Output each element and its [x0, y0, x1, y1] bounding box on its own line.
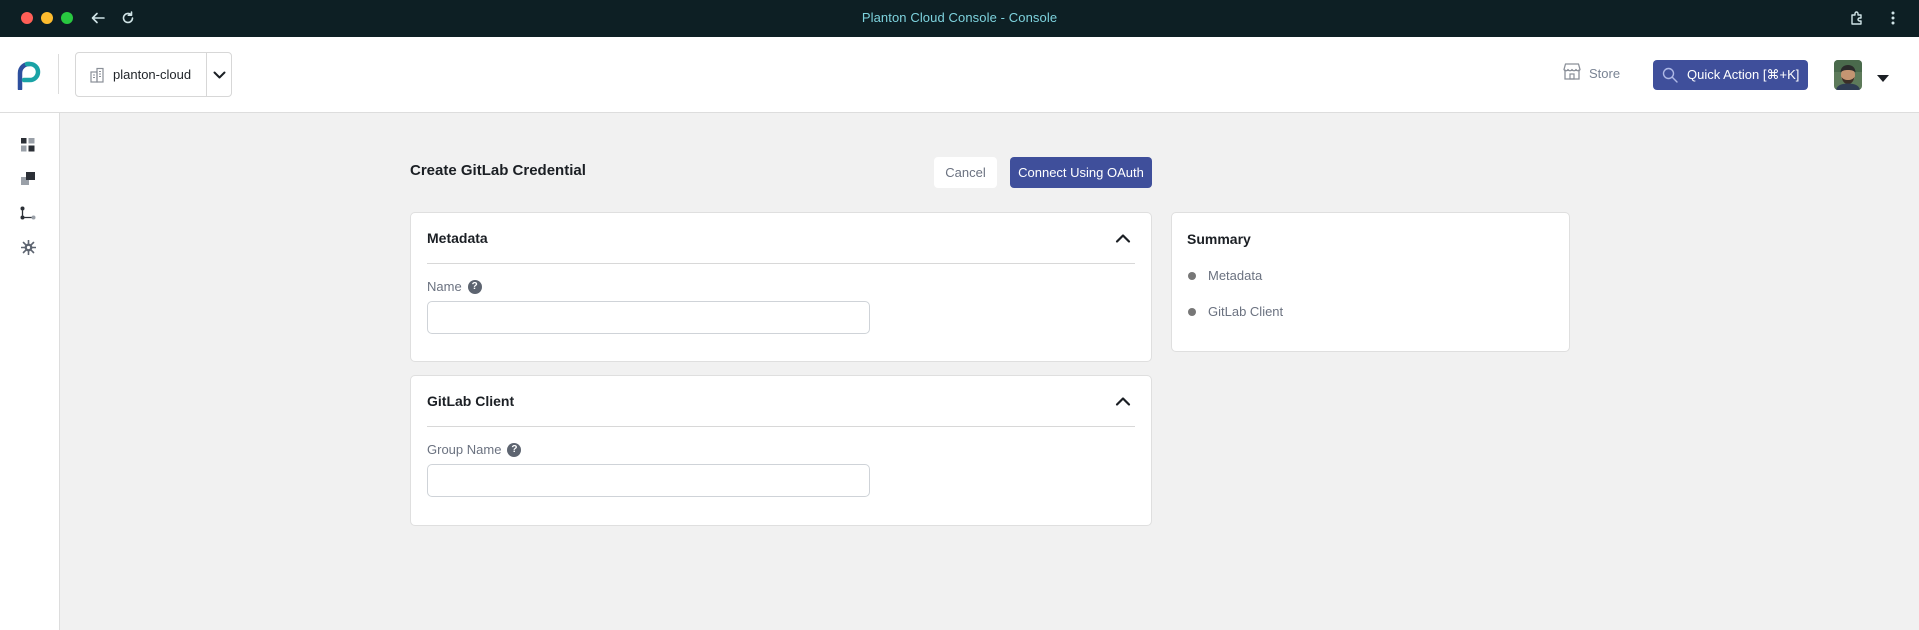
chevron-up-icon[interactable]	[1115, 231, 1131, 243]
window-title: Planton Cloud Console - Console	[861, 10, 1058, 25]
settings-icon[interactable]	[20, 239, 36, 255]
bullet-dot-icon	[1188, 271, 1196, 280]
page-title: Create GitLab Credential	[410, 162, 586, 179]
search-icon	[1662, 67, 1678, 83]
name-field-label: Name ?	[427, 279, 482, 294]
gitlab-client-section-header[interactable]: GitLab Client	[427, 376, 1135, 427]
cancel-button[interactable]: Cancel	[934, 157, 997, 188]
summary-item-gitlab-client[interactable]: GitLab Client	[1188, 304, 1283, 319]
name-label-text: Name	[427, 279, 462, 294]
side-rail	[0, 113, 60, 630]
stack-icon[interactable]	[20, 171, 36, 187]
extension-puzzle-icon[interactable]	[1847, 8, 1867, 28]
building-icon	[89, 67, 105, 83]
group-name-field-label: Group Name ?	[427, 442, 522, 457]
group-name-label-text: Group Name	[427, 442, 502, 457]
name-input[interactable]	[427, 301, 870, 334]
header-divider	[58, 54, 59, 94]
group-name-input[interactable]	[427, 464, 870, 497]
browser-titlebar: Planton Cloud Console - Console	[0, 0, 1919, 37]
quick-action-label: Quick Action [⌘+K]	[1687, 67, 1800, 82]
metadata-section: Metadata Name ?	[410, 212, 1152, 362]
planton-logo[interactable]	[16, 60, 44, 92]
metadata-section-title: Metadata	[427, 230, 488, 246]
avatar[interactable]	[1834, 60, 1862, 90]
chevron-down-icon[interactable]	[207, 53, 232, 96]
summary-item-label: Metadata	[1208, 268, 1263, 283]
store-icon	[1563, 63, 1581, 83]
gitlab-client-section: GitLab Client Group Name ?	[410, 375, 1152, 526]
app-header: planton-cloud Store Quick Action [⌘+K]	[0, 37, 1919, 113]
pipeline-icon[interactable]	[20, 205, 36, 221]
summary-item-metadata[interactable]: Metadata	[1188, 268, 1262, 283]
help-icon[interactable]: ?	[507, 442, 522, 457]
metadata-section-header[interactable]: Metadata	[427, 213, 1135, 264]
chevron-up-icon[interactable]	[1115, 394, 1131, 406]
summary-title: Summary	[1187, 231, 1251, 247]
summary-panel: Summary Metadata GitLab Client	[1171, 212, 1570, 352]
help-icon[interactable]: ?	[467, 279, 482, 294]
org-name: planton-cloud	[113, 67, 192, 82]
connect-oauth-button[interactable]: Connect Using OAuth	[1010, 157, 1152, 188]
summary-item-label: GitLab Client	[1208, 304, 1284, 319]
store-label: Store	[1589, 65, 1621, 81]
gitlab-client-section-title: GitLab Client	[427, 393, 515, 409]
bullet-dot-icon	[1188, 307, 1196, 316]
org-selector[interactable]: planton-cloud	[75, 52, 232, 97]
store-link[interactable]: Store	[1563, 63, 1620, 83]
dashboard-icon[interactable]	[20, 137, 36, 153]
caret-down-icon[interactable]	[1876, 70, 1890, 82]
more-vertical-icon[interactable]	[1883, 8, 1903, 28]
quick-action-button[interactable]: Quick Action [⌘+K]	[1653, 60, 1808, 90]
